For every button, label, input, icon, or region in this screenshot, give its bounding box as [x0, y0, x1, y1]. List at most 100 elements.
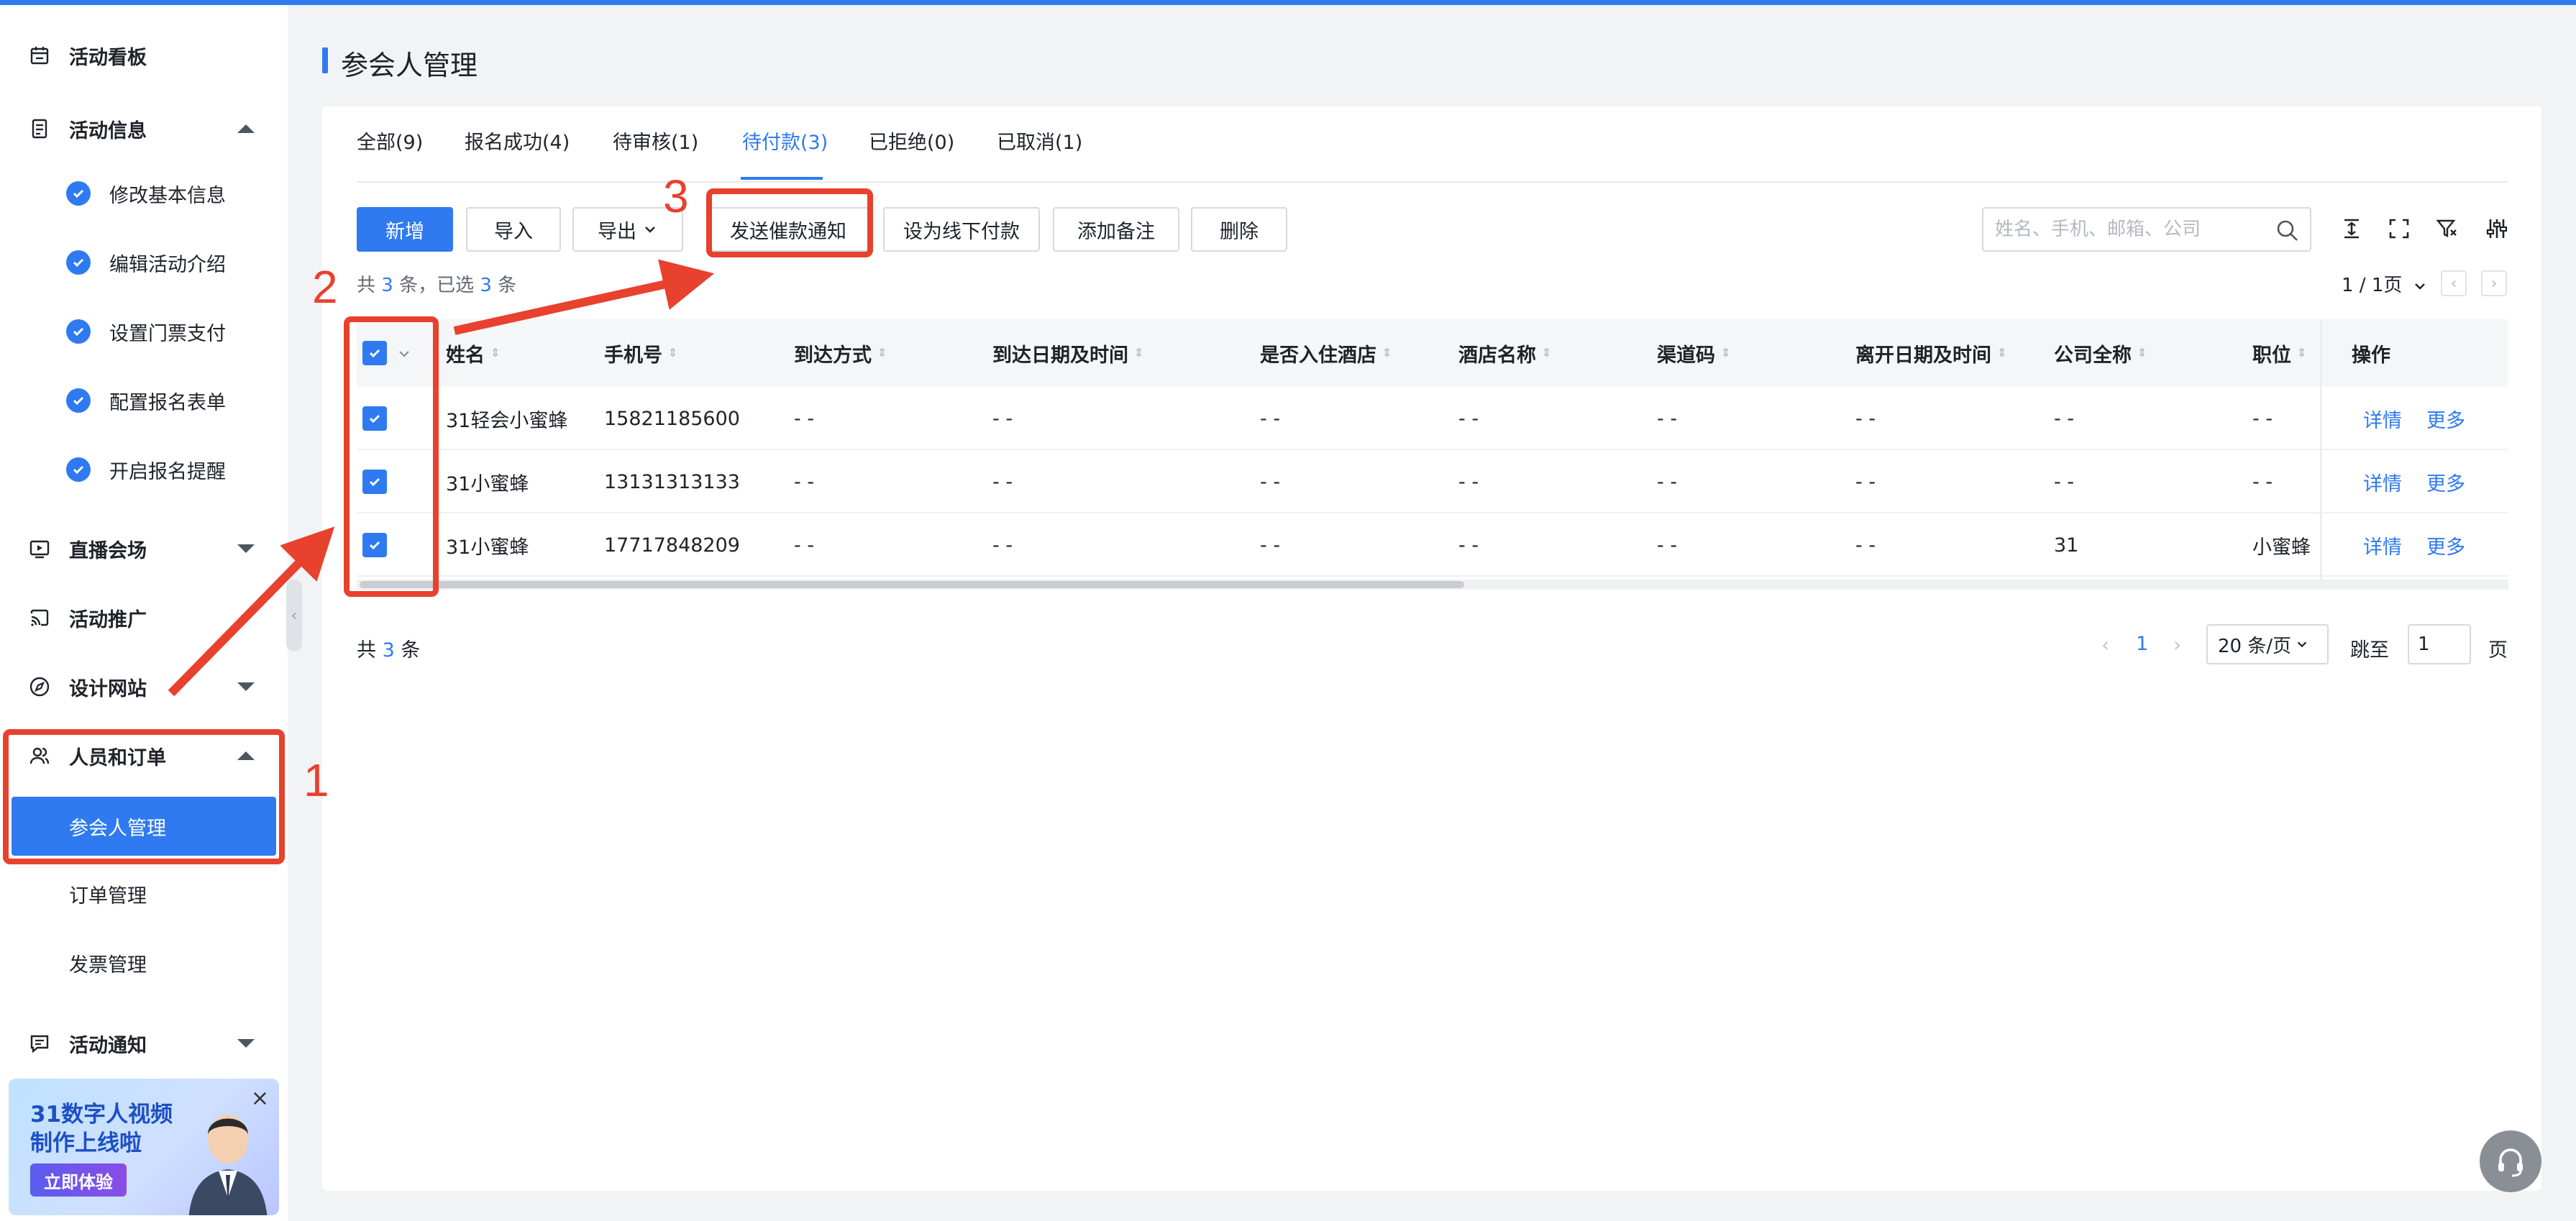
column-header-channel-code[interactable]: 渠道码 ⇕ — [1657, 319, 1730, 387]
cell-phone: 13131313133 — [604, 470, 740, 493]
sidebar-subitem-label: 开启报名提醒 — [109, 460, 226, 483]
sidebar-subitem-ticket-payment[interactable]: 设置门票支付 — [0, 303, 276, 360]
sidebar-item-label: 直播会场 — [69, 539, 147, 562]
customer-service-icon[interactable] — [2480, 1130, 2541, 1192]
export-label: 导出 — [598, 220, 636, 243]
tab-pending-review[interactable]: 待审核(1) — [613, 127, 698, 155]
top-accent-bar — [0, 0, 2576, 5]
sidebar-subitem-edit-intro[interactable]: 编辑活动介绍 — [0, 234, 276, 291]
more-link[interactable]: 更多 — [2426, 450, 2465, 513]
next-page-button[interactable]: › — [2481, 270, 2507, 296]
detail-link[interactable]: 详情 — [2363, 387, 2402, 450]
delete-button[interactable]: 删除 — [1191, 207, 1287, 252]
annotation-box-step2 — [344, 316, 439, 597]
column-label: 渠道码 — [1657, 344, 1715, 367]
promo-banner[interactable]: 31数字人视频制作上线啦 立即体验 × — [9, 1079, 279, 1215]
detail-link[interactable]: 详情 — [2363, 513, 2402, 577]
search-icon[interactable] — [2275, 219, 2300, 243]
annotation-number-step1: 1 — [303, 754, 329, 806]
cell-position: - - — [2252, 470, 2273, 493]
add-button[interactable]: 新增 — [357, 207, 453, 252]
sidebar-item-label: 活动看板 — [69, 46, 147, 69]
sidebar-item-event-info[interactable]: 活动信息 — [0, 100, 276, 157]
sidebar-subitem-registration-form[interactable]: 配置报名表单 — [0, 372, 276, 429]
column-header-departure-datetime[interactable]: 离开日期及时间 ⇕ — [1855, 319, 2006, 387]
fullscreen-icon[interactable] — [2385, 214, 2413, 243]
sort-icon: ⇕ — [1721, 346, 1731, 360]
summary-suffix: 条 — [498, 275, 517, 296]
column-label: 公司全称 — [2054, 344, 2132, 367]
sidebar-collapse-handle[interactable]: ‹ — [286, 580, 302, 651]
sidebar-item-notifications[interactable]: 活动通知 — [0, 1015, 276, 1072]
chevron-down-icon — [645, 227, 655, 233]
column-header-arrival-datetime[interactable]: 到达日期及时间 ⇕ — [992, 319, 1143, 387]
cell-departure-datetime: - - — [1855, 407, 1876, 430]
tab-registered[interactable]: 报名成功(4) — [465, 127, 570, 155]
sidebar-item-dashboard[interactable]: 活动看板 — [0, 27, 276, 84]
sort-icon: ⇕ — [490, 346, 501, 360]
sidebar-subitem-label: 编辑活动介绍 — [109, 253, 226, 276]
caret-down-icon — [237, 1039, 255, 1048]
horizontal-scrollbar-thumb[interactable] — [360, 581, 1464, 588]
sidebar-item-design-website[interactable]: 设计网站 — [0, 658, 276, 715]
column-header-position[interactable]: 职位 ⇕ — [2252, 319, 2306, 387]
total-value: 3 — [382, 639, 395, 662]
caret-down-icon — [237, 682, 255, 691]
cell-arrival-method: - - — [794, 534, 815, 557]
promo-try-button[interactable]: 立即体验 — [30, 1163, 127, 1197]
sidebar-item-promotion[interactable]: 活动推广 — [0, 589, 276, 646]
detail-link[interactable]: 详情 — [2363, 450, 2402, 513]
sidebar-subitem-registration-reminder[interactable]: 开启报名提醒 — [0, 441, 276, 498]
sidebar: 活动看板 活动信息 修改基本信息 编辑活动介绍 设置门票支付 配置报名表单 开启… — [0, 5, 288, 1221]
tab-all[interactable]: 全部(9) — [357, 127, 423, 155]
set-offline-payment-button[interactable]: 设为线下付款 — [883, 207, 1040, 252]
tab-rejected[interactable]: 已拒绝(0) — [869, 127, 954, 155]
tab-pending-payment[interactable]: 待付款(3) — [742, 127, 828, 155]
column-header-name[interactable]: 姓名 ⇕ — [446, 319, 501, 387]
column-settings-icon[interactable] — [2483, 214, 2511, 243]
total-prefix: 共 — [357, 639, 376, 662]
jump-page-input[interactable] — [2408, 624, 2471, 664]
more-link[interactable]: 更多 — [2426, 387, 2465, 450]
page-size-select[interactable]: 20 条/页 — [2206, 624, 2329, 664]
caret-up-icon — [237, 124, 255, 133]
column-header-arrival-method[interactable]: 到达方式 ⇕ — [794, 319, 887, 387]
sort-icon: ⇕ — [668, 346, 678, 360]
column-header-company[interactable]: 公司全称 ⇕ — [2054, 319, 2147, 387]
cell-position: - - — [2252, 407, 2273, 430]
next-page-icon[interactable]: › — [2173, 633, 2181, 657]
column-label: 操作 — [2352, 344, 2390, 367]
sidebar-item-live-venue[interactable]: 直播会场 — [0, 520, 276, 577]
sidebar-subitem-order-management[interactable]: 订单管理 — [0, 865, 276, 923]
sidebar-subitem-edit-basic-info[interactable]: 修改基本信息 — [0, 165, 276, 222]
fixed-column-divider — [2320, 319, 2322, 580]
column-header-phone[interactable]: 手机号 ⇕ — [604, 319, 677, 387]
sidebar-subitem-invoice-management[interactable]: 发票管理 — [0, 934, 276, 992]
column-header-hotel-name[interactable]: 酒店名称 ⇕ — [1458, 319, 1552, 387]
tab-cancelled[interactable]: 已取消(1) — [997, 127, 1082, 155]
more-link[interactable]: 更多 — [2426, 513, 2465, 577]
column-header-hotel-stay[interactable]: 是否入住酒店 ⇕ — [1260, 319, 1392, 387]
import-button[interactable]: 导入 — [466, 207, 561, 252]
page-indicator-dropdown[interactable]: 1 / 1页 — [2342, 270, 2427, 297]
filter-clear-icon[interactable] — [2432, 214, 2461, 243]
current-page[interactable]: 1 — [2136, 633, 2148, 655]
promo-title: 31数字人视频制作上线啦 — [30, 1102, 173, 1156]
sidebar-subitem-label: 设置门票支付 — [109, 322, 226, 345]
search-input[interactable] — [1985, 210, 2265, 249]
row-height-icon[interactable] — [2337, 214, 2366, 243]
annotation-number-step3: 3 — [663, 170, 689, 222]
column-label: 手机号 — [604, 344, 662, 367]
avatar-illustration — [188, 1115, 268, 1215]
check-circle-icon — [66, 319, 91, 344]
column-label: 离开日期及时间 — [1855, 344, 1991, 367]
annotation-box-step3 — [706, 188, 873, 257]
sort-icon: ⇕ — [1542, 346, 1552, 360]
prev-page-button[interactable]: ‹ — [2441, 270, 2467, 296]
cell-company: 31 — [2054, 534, 2079, 557]
add-note-button[interactable]: 添加备注 — [1053, 207, 1179, 252]
calendar-icon — [26, 42, 53, 69]
sort-icon: ⇕ — [1997, 346, 2007, 360]
summary-total: 3 — [381, 275, 393, 296]
prev-page-icon[interactable]: ‹ — [2101, 633, 2109, 657]
